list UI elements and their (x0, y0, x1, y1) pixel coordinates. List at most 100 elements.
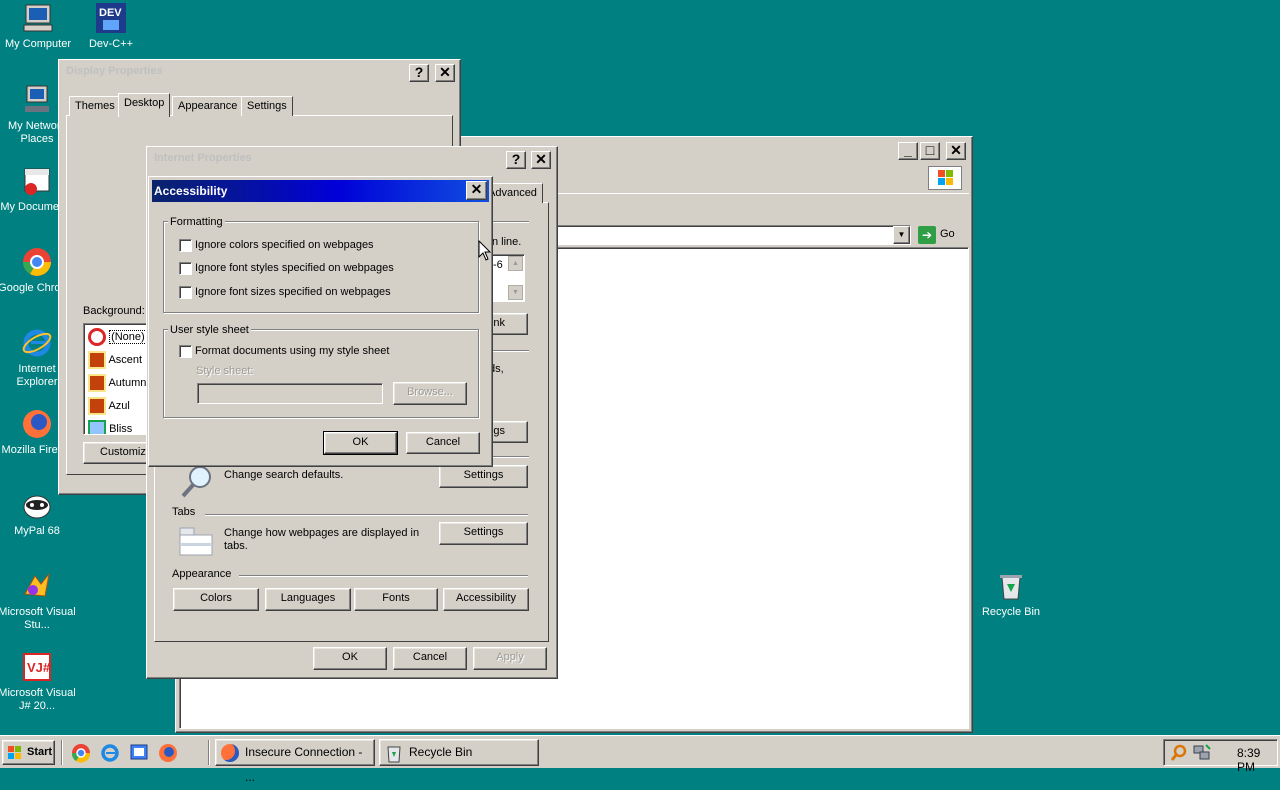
start-button[interactable]: Start (2, 740, 55, 765)
browse-button[interactable]: Browse... (393, 382, 467, 405)
address-input[interactable] (556, 225, 911, 245)
svg-text:VJ#: VJ# (27, 660, 51, 675)
list-item[interactable]: Autumn (88, 374, 146, 392)
mouse-cursor-icon (478, 239, 492, 262)
list-item[interactable]: (None) (88, 328, 147, 348)
taskbar-task-firefox[interactable]: Insecure Connection - ... (215, 739, 375, 784)
tab-settings[interactable]: Settings (241, 96, 293, 116)
ignore-font-styles-checkbox[interactable] (179, 262, 192, 275)
scroll-up-button[interactable]: ▲ (508, 256, 523, 271)
user-style-sheet-label: User style sheet (168, 324, 251, 336)
visual-studio-icon (21, 570, 53, 602)
ok-button[interactable]: OK (313, 647, 387, 670)
quicklaunch-chrome-icon[interactable] (70, 742, 92, 764)
background-label: Background: (83, 305, 145, 317)
desktop-icon-my-computer[interactable]: My Computer (0, 2, 76, 51)
ignore-font-sizes-checkbox[interactable] (179, 286, 192, 299)
quicklaunch-divider (61, 740, 63, 765)
desktop-icon-label: Dev-C++ (88, 38, 134, 50)
ignore-colors-label: Ignore colors specified on webpages (195, 239, 374, 251)
tabs-heading: Tabs (172, 506, 196, 518)
close-button[interactable]: ✕ (946, 142, 966, 160)
desktop-icon-label: My Computer (4, 38, 72, 50)
go-button[interactable]: ➔ Go (916, 225, 962, 245)
list-item[interactable]: Azul (88, 397, 130, 415)
tabs-icon (179, 527, 213, 557)
tabs-settings-button[interactable]: Settings (439, 522, 528, 545)
cancel-button[interactable]: Cancel (393, 647, 467, 670)
desktop-icon-label: Microsoft Visual J# 20... (0, 687, 76, 712)
list-item[interactable]: Bliss (88, 420, 132, 434)
style-sheet-label: Style sheet: (196, 365, 254, 377)
recycle-bin-icon (385, 743, 403, 763)
tab-desktop[interactable]: Desktop (118, 93, 171, 117)
image-icon (88, 397, 106, 415)
accessibility-title: Accessibility (154, 184, 228, 198)
desktop-icon-visual-jsharp[interactable]: VJ# Microsoft Visual J# 20... (0, 651, 76, 713)
scroll-down-button[interactable]: ▼ (508, 285, 523, 300)
taskbar-task-recycle-bin[interactable]: Recycle Bin (379, 739, 539, 766)
image-icon (88, 374, 106, 392)
separator (239, 575, 528, 577)
desktop-icon-recycle-bin[interactable]: Recycle Bin (973, 570, 1049, 619)
chrome-icon (21, 246, 53, 278)
tab-appearance[interactable]: Appearance (172, 96, 244, 116)
go-label: Go (940, 228, 955, 240)
ignore-font-sizes-label: Ignore font sizes specified on webpages (195, 286, 391, 298)
homepage-text-fragment: n line. (492, 236, 522, 248)
clock: 8:39 PM (1237, 746, 1261, 774)
tab-themes[interactable]: Themes (69, 96, 121, 116)
system-tray: 8:39 PM (1163, 739, 1278, 774)
firefox-icon (221, 744, 239, 762)
desktop-icon-label: MyPal 68 (14, 525, 60, 537)
list-item[interactable]: Ascent (88, 351, 142, 369)
separator (205, 514, 528, 516)
format-documents-checkbox[interactable] (179, 345, 192, 358)
network-tray-icon[interactable] (1192, 744, 1212, 762)
desktop-icon-label: Recycle Bin (981, 606, 1041, 618)
windows-logo-icon (928, 166, 962, 190)
tabs-description: Change how webpages are displayed in tab… (224, 527, 420, 552)
style-sheet-input[interactable] (197, 383, 383, 404)
documents-icon (21, 165, 53, 197)
close-button[interactable]: ✕ (466, 181, 487, 200)
ignore-colors-checkbox[interactable] (179, 239, 192, 252)
none-icon (88, 328, 106, 346)
search-magnifier-icon (179, 463, 215, 499)
format-documents-label: Format documents using my style sheet (195, 345, 390, 357)
help-button[interactable]: ? (409, 64, 429, 82)
minimize-button[interactable]: _ (898, 142, 918, 160)
close-button[interactable]: ✕ (435, 64, 455, 82)
desktop-icon-visual-studio[interactable]: Microsoft Visual Stu... (0, 570, 76, 632)
ok-button[interactable]: OK (323, 431, 398, 455)
accessibility-dialog: Accessibility ✕ Formatting Ignore colors… (148, 176, 493, 467)
internet-properties-title: Internet Properties (150, 150, 554, 168)
address-dropdown-button[interactable]: ▼ (893, 226, 910, 244)
appearance-heading: Appearance (172, 568, 232, 580)
quicklaunch-ie-icon[interactable] (99, 742, 121, 764)
fonts-button[interactable]: Fonts (354, 588, 438, 611)
languages-button[interactable]: Languages (265, 588, 351, 611)
quicklaunch-desktop-icon[interactable] (128, 742, 150, 764)
visual-jsharp-icon: VJ# (21, 651, 53, 683)
firefox-icon (21, 408, 53, 440)
search-description: Change search defaults. (224, 469, 344, 481)
apply-button[interactable]: Apply (473, 647, 547, 670)
colors-button[interactable]: Colors (173, 588, 259, 611)
help-button[interactable]: ? (506, 151, 526, 169)
search-tray-icon[interactable] (1170, 744, 1188, 762)
taskbar: Start Insecure Connection - ... Recycle … (0, 735, 1280, 784)
close-button[interactable]: ✕ (531, 151, 551, 169)
desktop-icon-devcpp[interactable]: DEV Dev-C++ (73, 2, 149, 51)
desktop-icon-mypal[interactable]: MyPal 68 (0, 489, 76, 538)
recycle-bin-icon (995, 570, 1027, 602)
desktop-icon-label: Internet Explorer (16, 363, 58, 388)
accessibility-button[interactable]: Accessibility (443, 588, 529, 611)
cancel-button[interactable]: Cancel (406, 432, 480, 454)
quicklaunch-firefox-icon[interactable] (157, 742, 179, 764)
internet-explorer-icon (21, 327, 53, 359)
background-list[interactable]: (None) Ascent Autumn Azul Bliss (83, 323, 153, 435)
devcpp-icon: DEV (95, 2, 127, 34)
maximize-button[interactable]: □ (920, 142, 940, 160)
search-settings-button[interactable]: Settings (439, 465, 528, 488)
